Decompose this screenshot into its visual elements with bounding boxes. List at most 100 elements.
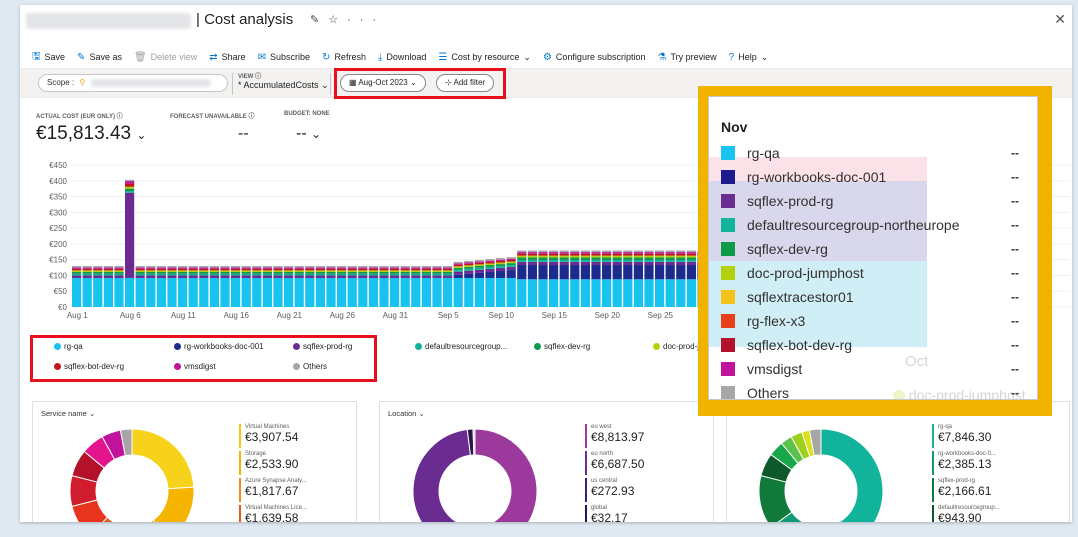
bar-segment [485,266,495,269]
toolbar-label: Save [44,52,66,62]
pin-icon[interactable]: ✎ [310,14,328,26]
bar-segment [591,261,601,266]
bar-segment [549,279,559,307]
bar-segment [146,268,156,271]
bar-segment [580,259,590,262]
bar-segment [474,277,484,307]
toolbar-share-button[interactable]: ⇄ Share [209,52,245,63]
bar-segment [443,265,453,268]
bar-segment [252,273,262,276]
close-icon[interactable]: ✕ [1054,11,1066,28]
bar-segment [262,267,272,269]
flask-icon: ⚗ [657,51,667,63]
bar-segment [273,270,283,272]
bar-segment [676,250,686,253]
bar-segment [474,272,484,278]
bar-segment [644,279,654,307]
breakdown-item[interactable]: rg-qa €7,846.30 [932,424,1000,448]
bar-segment [125,277,135,307]
legend-swatch [721,290,735,304]
title-actions: ✎☆··· [310,13,385,26]
bar-segment [464,273,474,278]
item-value: €3,907.54 [245,430,299,444]
breakdown-item[interactable]: eu north €6,687.50 [585,451,644,475]
legend-item[interactable]: defaultresourcegroup... [415,342,507,351]
bar-segment [612,250,622,253]
toolbar-download-button[interactable]: ⤓ Download [378,52,426,63]
breakdown-item[interactable]: Storage €2,533.90 [239,451,307,475]
color-bar [932,424,934,448]
tooltip-item: vmsdigst -- [721,359,1031,379]
bar-segment [231,271,241,274]
bar-segment [167,273,177,276]
card-title[interactable]: Location ⌄ [388,409,425,418]
toolbar-try-preview-button[interactable]: ⚗ Try preview [657,52,716,63]
more-icon[interactable]: ··· [347,14,385,26]
bar-segment [549,259,559,262]
bar-segment [411,267,421,269]
tooltip-label: doc-prod-jumphost [747,265,864,281]
toolbar-save-button[interactable]: 🖫 Save [32,49,65,66]
view-selector[interactable]: VIEW ⓘ * AccumulatedCosts ⌄ [238,71,329,91]
toolbar-save-as-button[interactable]: ✎ Save as [77,52,122,63]
bar-segment [125,191,135,193]
tooltip-label: rg-workbooks-doc-001 [747,169,887,185]
bar-segment [432,268,442,271]
actual-cost-label: ACTUAL COST (EUR ONLY) ⓘ [36,114,123,120]
scope-pill[interactable]: Scope : ⚲ [38,74,228,92]
bar-segment [199,277,209,307]
bar-segment [633,253,643,256]
toolbar-cost-by-resource-button[interactable]: ☰ Cost by resource ⌄ [438,52,531,63]
redacted-subscription-name [26,13,191,29]
toolbar-label: Try preview [670,52,717,62]
breakdown-item[interactable]: eu west €8,813.97 [585,424,644,448]
bar-segment [294,267,304,269]
star-icon[interactable]: ☆ [328,14,347,26]
bar-segment [400,275,410,278]
bar-segment [686,257,696,260]
card-title[interactable]: Service name ⌄ [41,409,95,418]
actual-cost-value[interactable]: €15,813.43 ⌄ [36,123,146,145]
tooltip-item: sqflextracestor01 -- [721,287,1031,307]
breakdown-item[interactable]: sqflex-prod-rg €2,166.61 [932,478,1000,502]
toolbar-subscribe-button[interactable]: ✉ Subscribe [258,52,310,63]
breakdown-item[interactable]: global €32.17 [585,505,644,522]
breakdown-item[interactable]: Virtual Machines Lice... €1,639.58 [239,505,307,522]
bar-segment [358,270,368,272]
bar-segment [496,265,506,268]
x-tick-label: Sep 10 [489,311,515,320]
bar-segment [496,271,506,278]
bar-segment [559,265,569,280]
x-tick-label: Sep 5 [438,311,459,320]
legend-swatch [721,170,735,184]
color-bar [932,451,934,475]
bar-segment [156,273,166,276]
bar-segment [156,267,166,269]
toolbar-help-button[interactable]: ? Help ⌄ [729,52,769,63]
bar-segment [517,255,527,258]
bar-segment [284,273,294,276]
bar-segment [294,275,304,278]
breakdown-item[interactable]: Virtual Machines €3,907.54 [239,424,307,448]
chevron-down-icon: ⌄ [88,409,96,418]
breakdown-item[interactable]: defaultresourcegroup... €943.90 [932,505,1000,522]
bar-segment [517,253,527,256]
bar-segment [125,188,135,192]
breakdown-item[interactable]: rg-workbooks-doc-0... €2,385.13 [932,451,1000,475]
bar-segment [82,267,92,269]
bar-segment [676,279,686,307]
color-bar [585,424,587,448]
budget-value[interactable]: -- ⌄ [296,125,321,143]
color-bar [585,451,587,475]
bar-segment [305,267,315,269]
toolbar-configure-subscription-button[interactable]: ⚙ Configure subscription [543,52,646,63]
bar-segment [114,277,124,307]
bar-segment [262,268,272,271]
toolbar-refresh-button[interactable]: ↻ Refresh [322,52,366,63]
legend-item[interactable]: sqflex-dev-rg [534,342,590,351]
breakdown-item[interactable]: Azure Synapse Analy... €1,817.67 [239,478,307,502]
bar-segment [178,273,188,276]
bar-segment [474,261,484,263]
bar-segment [432,271,442,274]
breakdown-item[interactable]: us central €272.93 [585,478,644,502]
